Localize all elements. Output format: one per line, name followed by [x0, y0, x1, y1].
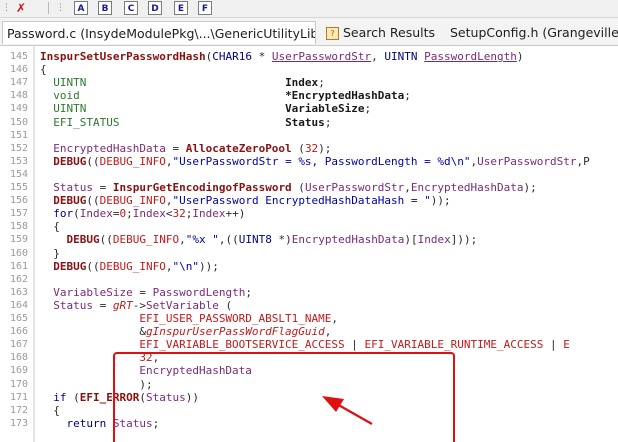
close-x-icon[interactable]: ✗	[14, 1, 28, 15]
tab-label: Password.c (InsydeModulePkg\...\GenericU…	[7, 26, 316, 41]
toolbar-button-e[interactable]: E	[174, 1, 188, 15]
toolbar-button-a[interactable]: A	[74, 1, 88, 15]
code-editor[interactable]: 145 InspurSetUserPasswordHash(CHAR16 * Us…	[0, 46, 618, 442]
annotation-arrow-icon	[322, 396, 373, 425]
toolbar-button-b[interactable]: B	[98, 1, 112, 15]
toolbar-button-d[interactable]: D	[148, 1, 162, 15]
tab-search-results[interactable]: ? Search Results	[322, 21, 436, 44]
toolbar-grip-icon: ⋮	[2, 3, 11, 13]
tab-setupconfig-h[interactable]: SetupConfig.h (GrangevilleM	[446, 21, 618, 44]
toolbar-grip-icon-2: ⋮	[56, 3, 65, 13]
tab-bar: Password.c (InsydeModulePkg\...\GenericU…	[0, 18, 618, 46]
tab-label: SetupConfig.h (GrangevilleM	[450, 25, 618, 40]
search-results-icon: ?	[326, 27, 339, 40]
toolbar-button-f[interactable]: F	[198, 1, 212, 15]
tab-password-c[interactable]: Password.c (InsydeModulePkg\...\GenericU…	[2, 21, 316, 44]
toolbar-button-c[interactable]: C	[124, 1, 138, 15]
toolbar: ⋮ ✗ ⋮ A B C D E F	[0, 0, 618, 18]
tab-label: Search Results	[343, 25, 436, 40]
